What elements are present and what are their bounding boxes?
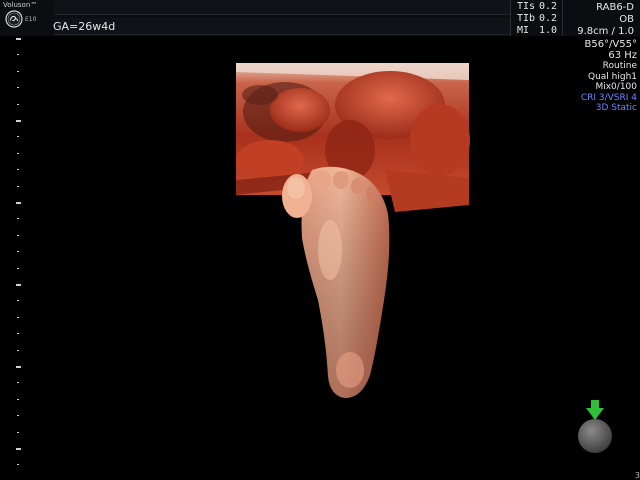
fetal-foot <box>282 166 390 398</box>
rendered-3d-volume <box>236 63 470 398</box>
corner-label: 3 <box>634 471 640 480</box>
orientation-marker-icon[interactable] <box>577 398 613 456</box>
